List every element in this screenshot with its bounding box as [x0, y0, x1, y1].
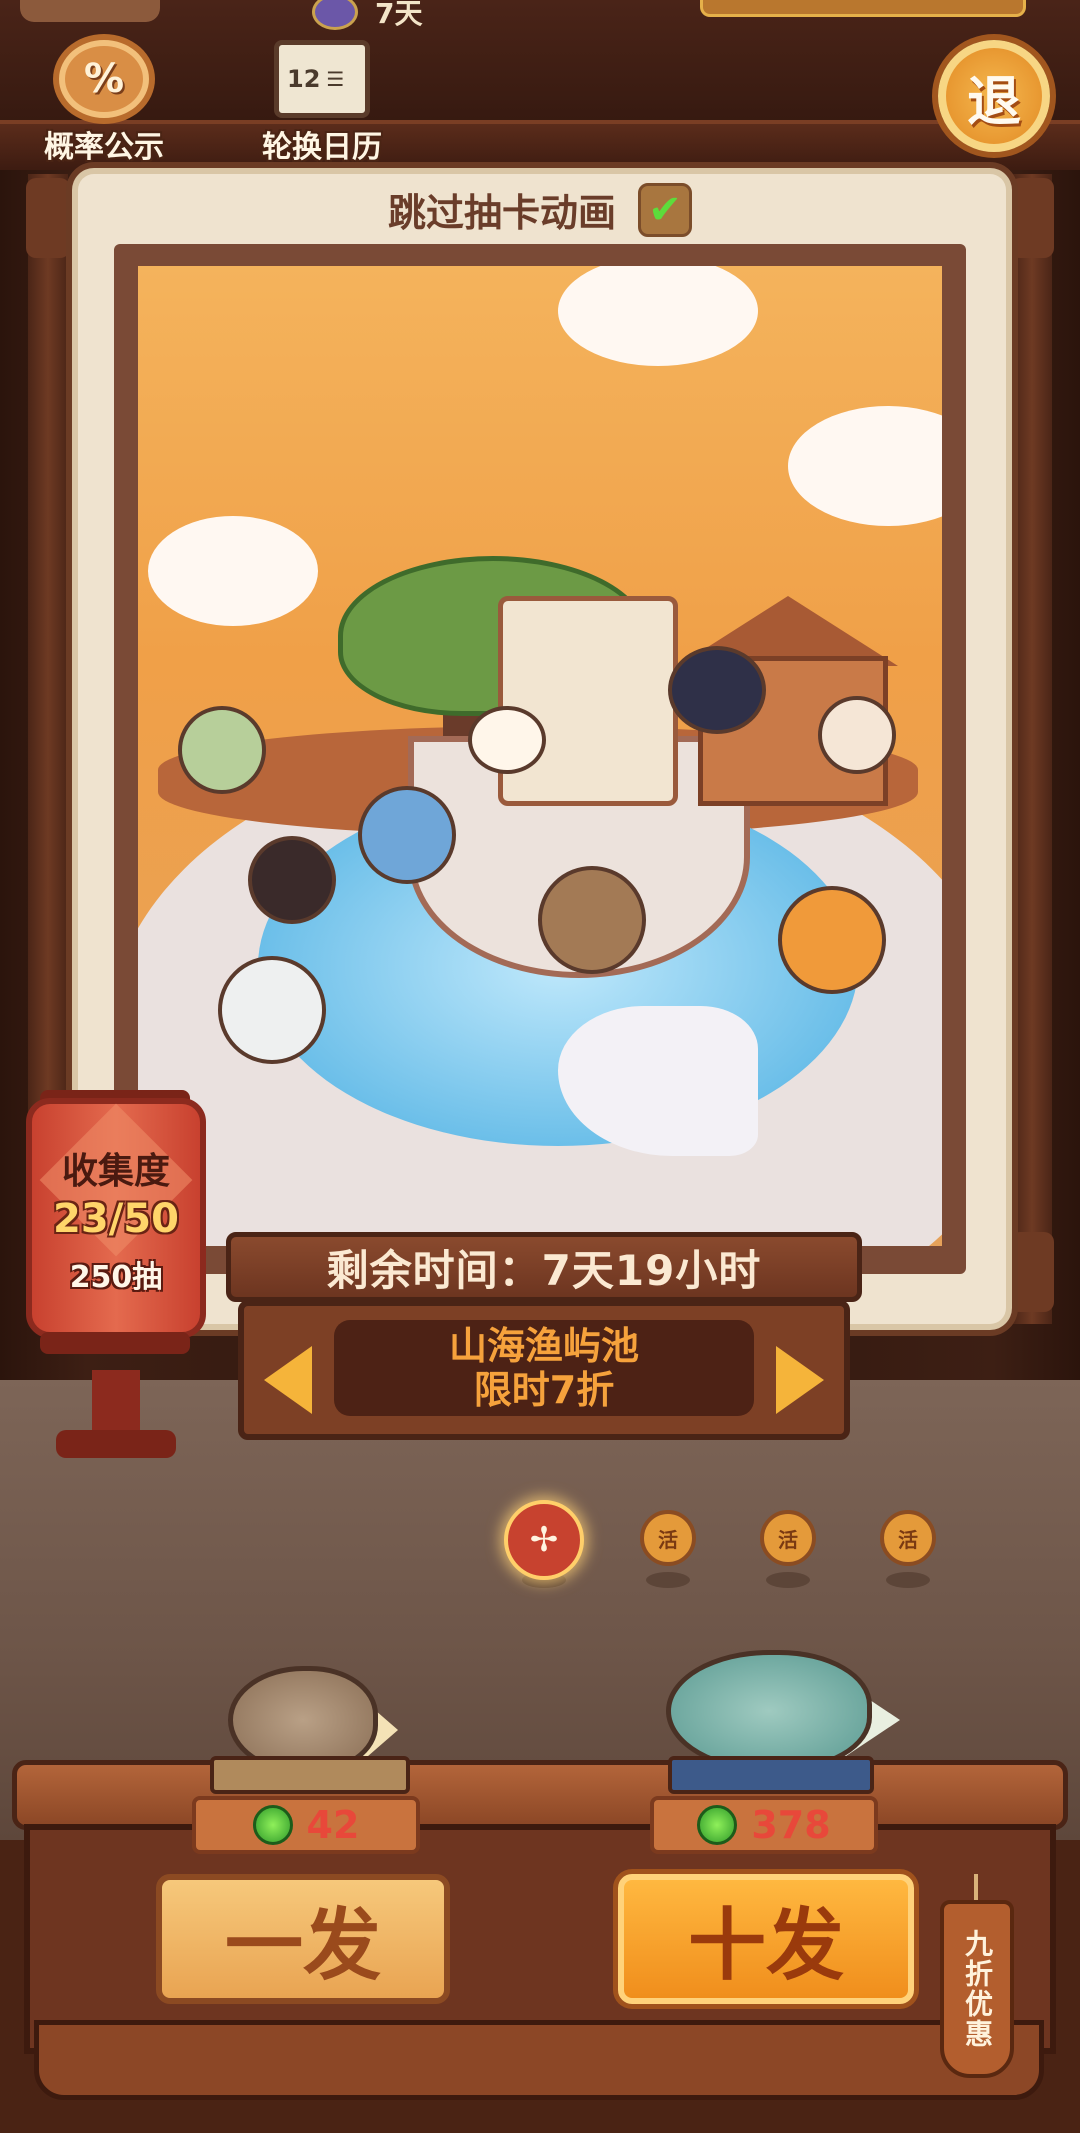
cloud-decoration — [148, 516, 318, 626]
calendar-label: 轮换日历 — [262, 130, 382, 165]
boat-cabin — [498, 596, 678, 806]
character-bun — [818, 696, 896, 774]
pager-dot-active[interactable]: ✢ — [504, 1500, 584, 1580]
single-pull-cost: 42 — [192, 1796, 420, 1854]
single-pull-button[interactable]: 一发 — [156, 1874, 450, 2004]
pager-dot[interactable]: 活 — [880, 1510, 936, 1566]
collection-progress: 23/50 — [53, 1196, 179, 1242]
prev-pool-arrow-icon[interactable] — [264, 1346, 312, 1414]
pool-pager: ✢ 活 活 活 — [500, 1500, 950, 1590]
time-remaining: 剩余时间：7天19小时 — [326, 1245, 762, 1295]
jade-coin-icon — [697, 1805, 738, 1845]
book-stack-blue — [668, 1756, 874, 1794]
top-currency-stub — [20, 0, 160, 22]
carp-fish-icon — [666, 1650, 872, 1772]
collection-lantern[interactable]: 收集度 23/50 250抽 — [26, 1098, 206, 1338]
right-pillar-base — [1010, 1232, 1054, 1312]
collection-title: 收集度 — [61, 1151, 170, 1192]
gear-percent-icon: % — [59, 40, 149, 118]
exit-button[interactable]: 退 — [938, 40, 1050, 152]
pager-dot[interactable]: 活 — [760, 1510, 816, 1566]
pool-discount: 限时7折 — [473, 1368, 615, 1412]
single-pull-cost-value: 42 — [306, 1803, 360, 1847]
cloud-decoration — [788, 406, 942, 526]
ten-pull-cost-value: 378 — [751, 1803, 831, 1847]
days-label: 7天 — [375, 0, 423, 30]
ten-pull-cost: 378 — [650, 1796, 878, 1854]
counter-top — [12, 1760, 1068, 1830]
right-pillar — [1012, 174, 1052, 1324]
character-blue-hair — [358, 786, 456, 884]
pool-selector: 山海渔屿池 限时7折 — [238, 1300, 850, 1440]
character-orange-hair — [778, 886, 886, 994]
skip-animation-label: 跳过抽卡动画 — [387, 191, 616, 235]
probability-button[interactable]: % 概率公示 — [14, 40, 194, 166]
ten-pull-button[interactable]: 十发 — [618, 1874, 914, 2004]
collection-pulls: 250抽 — [69, 1260, 163, 1295]
counter-foot — [34, 2020, 1044, 2100]
time-remaining-bar: 剩余时间：7天19小时 — [226, 1232, 862, 1302]
banner-artwork — [138, 266, 942, 1246]
probability-label: 概率公示 — [44, 130, 164, 165]
calendar-icon: 12 ☰ — [274, 40, 370, 118]
pool-name: 山海渔屿池 — [448, 1324, 639, 1368]
next-pool-arrow-icon[interactable] — [776, 1346, 824, 1414]
character-brown-hair — [538, 866, 646, 974]
character-green-hair — [178, 706, 266, 794]
calendar-button[interactable]: 12 ☰ 轮换日历 — [232, 40, 412, 166]
character-dark-hair — [248, 836, 336, 924]
cloud-decoration — [558, 266, 758, 366]
pool-info: 山海渔屿池 限时7折 — [334, 1320, 754, 1416]
ten-pull-discount-tag: 九折优惠 — [940, 1900, 1014, 2078]
book-stack — [210, 1756, 410, 1794]
lantern-bottom-cap — [40, 1332, 190, 1354]
character-white-hair — [218, 956, 326, 1064]
skip-animation-checkbox[interactable]: ✔ — [638, 182, 692, 237]
jade-coin-icon — [252, 1805, 293, 1845]
pager-dot[interactable]: 活 — [640, 1510, 696, 1566]
top-resource-bar — [700, 0, 1026, 17]
skip-animation-row: 跳过抽卡动画 ✔ — [0, 182, 1080, 237]
lantern-base — [56, 1430, 176, 1458]
duck-creature — [468, 706, 546, 774]
whale-creature — [668, 646, 766, 734]
